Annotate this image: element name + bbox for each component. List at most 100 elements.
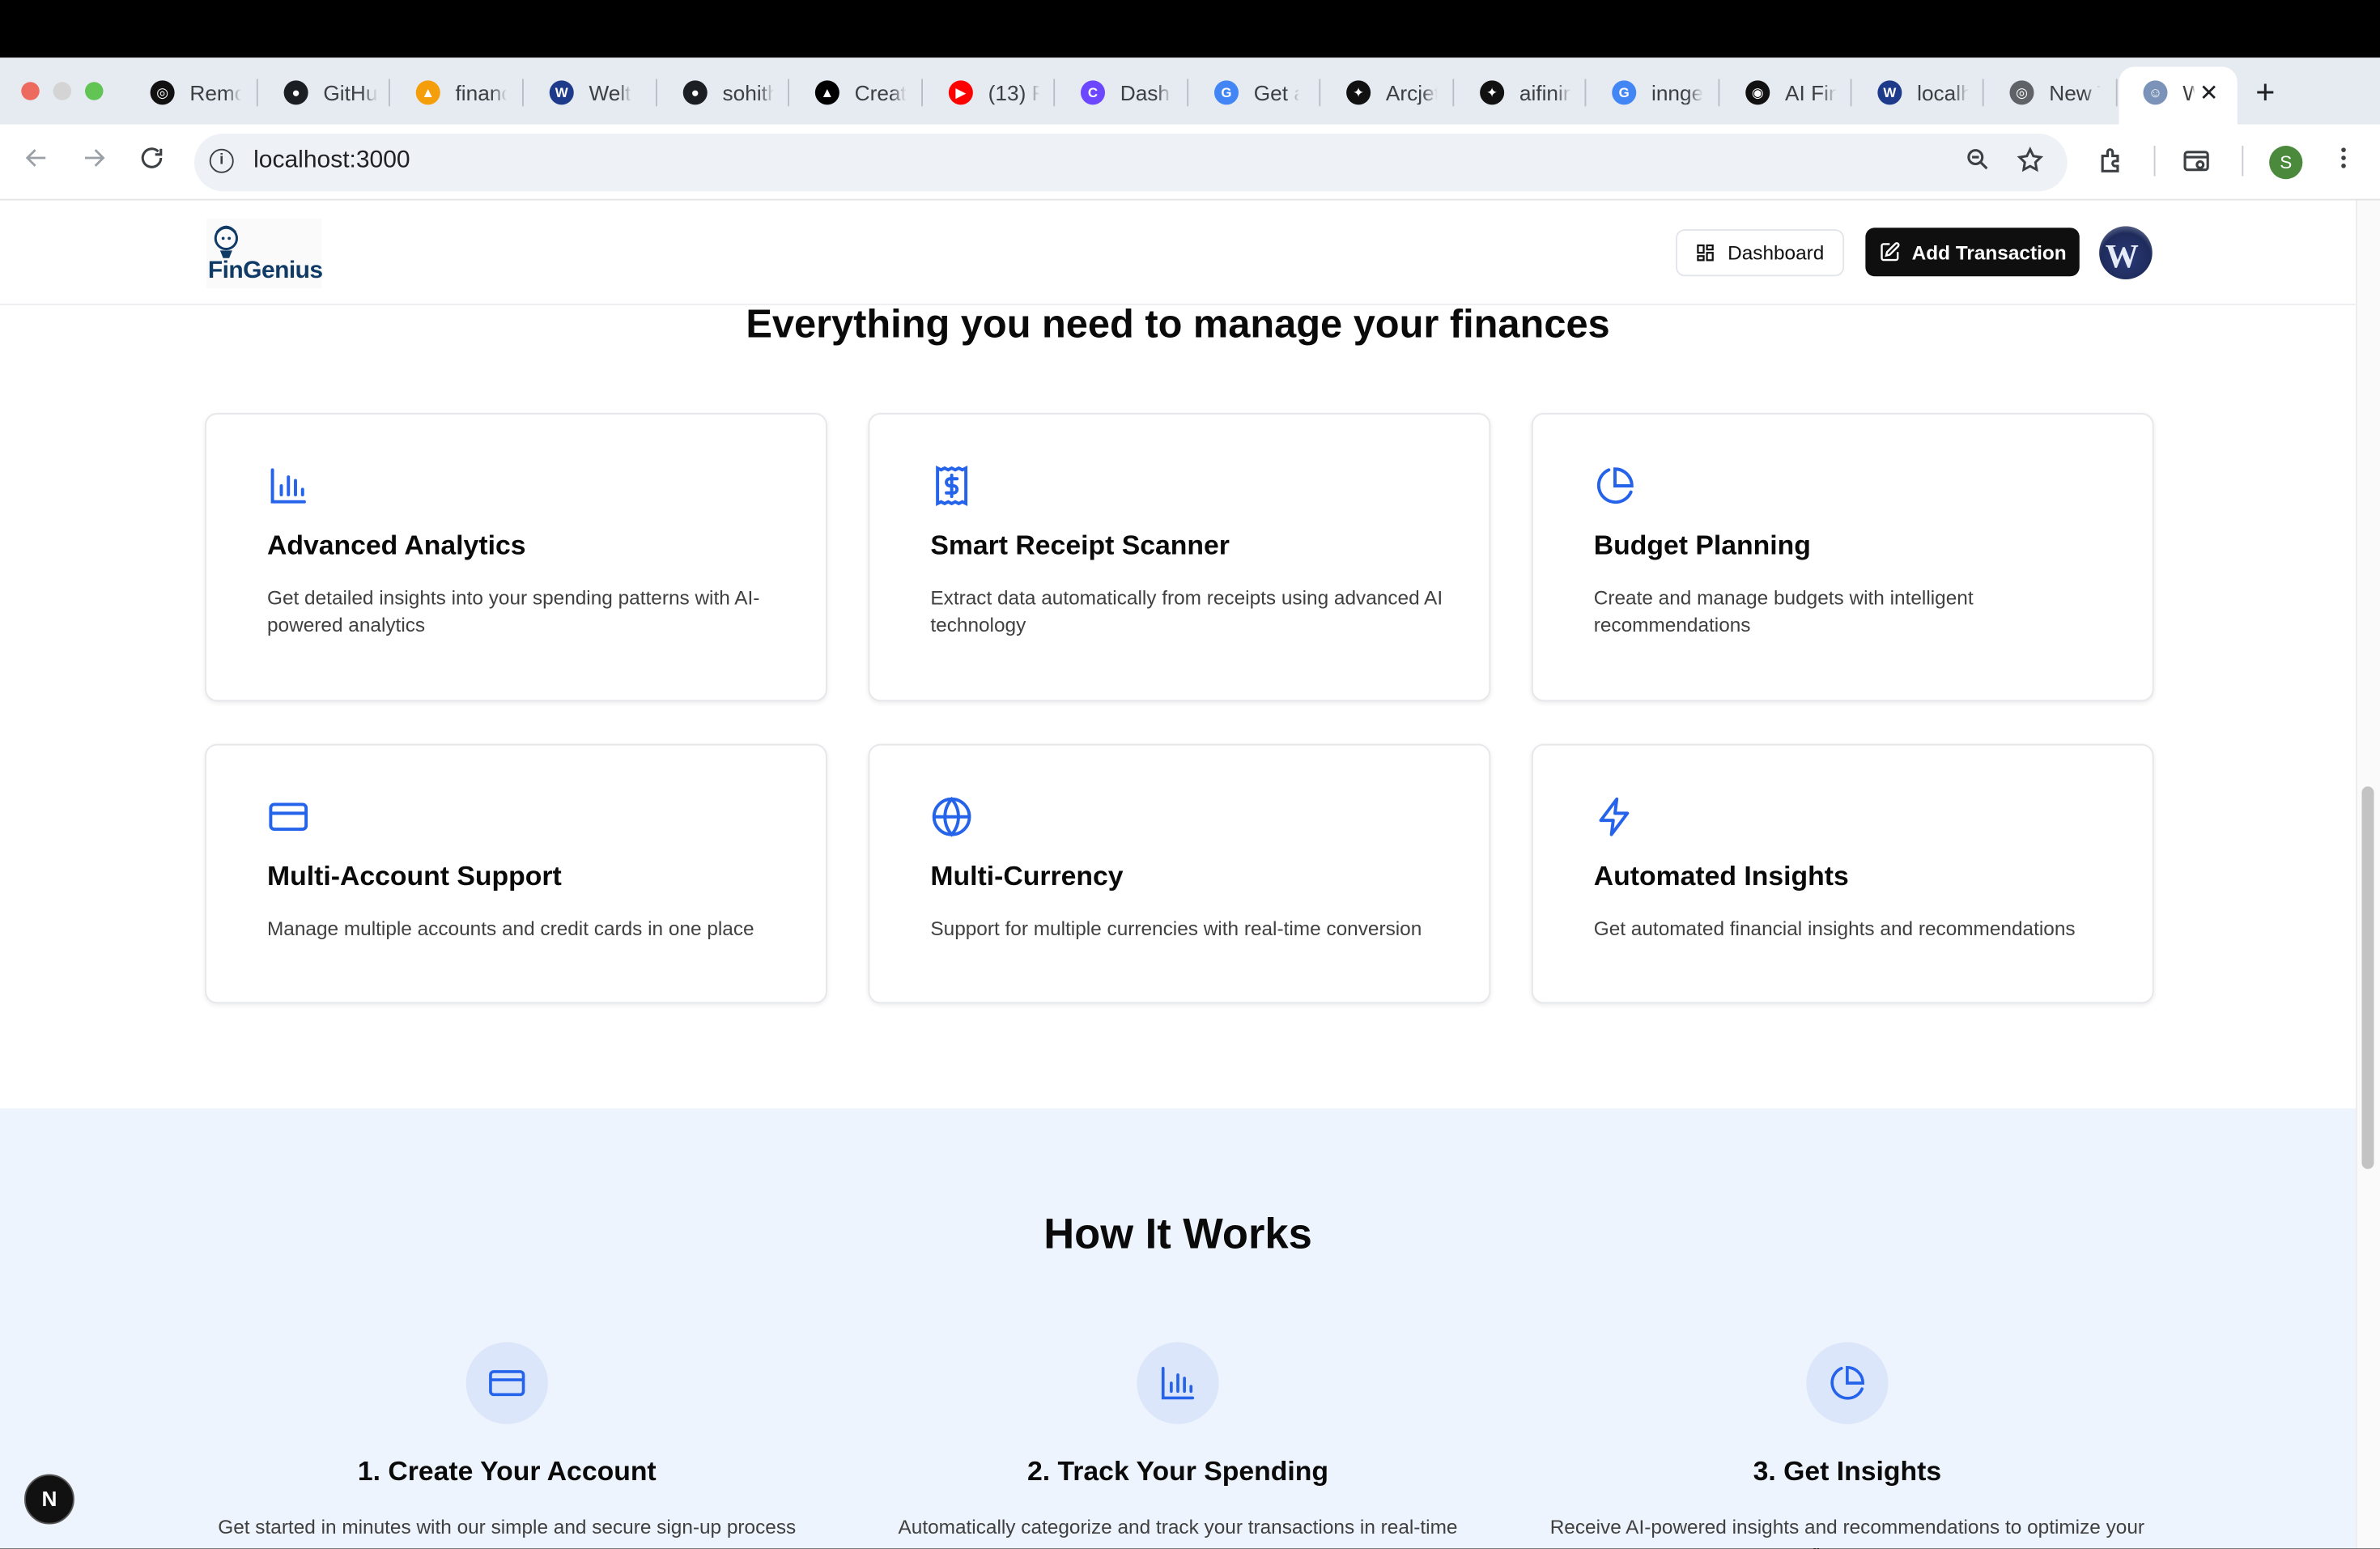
tab-divider: [256, 79, 258, 107]
tab-divider: [1053, 79, 1056, 107]
feature-card-description: Create and manage budgets with intellige…: [1593, 585, 1974, 636]
bar-chart-icon: [267, 465, 310, 508]
github-icon: ●: [682, 80, 708, 105]
tab-title: (13) F: [988, 80, 1040, 105]
google-icon: G: [1214, 80, 1239, 105]
feature-card: Advanced Analytics Get detailed insights …: [205, 413, 827, 702]
step-title: 1. Create Your Account: [357, 1456, 657, 1487]
step-title: 3. Get Insights: [1753, 1456, 1942, 1487]
browser-tab[interactable]: Ginnge: [1600, 71, 1715, 114]
reload-icon[interactable]: [138, 144, 166, 179]
browser-tab[interactable]: ◎ New T: [1998, 71, 2114, 114]
google-icon: G: [1612, 80, 1637, 105]
url-text[interactable]: localhost:3000: [253, 147, 410, 175]
feature-card-title: Smart Receipt Scanner: [930, 530, 1230, 560]
browser-tab[interactable]: ▲ Create: [803, 71, 919, 114]
tab-title: innge: [1651, 80, 1703, 105]
finance-app-icon: ▲: [415, 80, 440, 105]
chrome-icon: ◎: [2009, 80, 2034, 105]
tab-divider: [2115, 79, 2118, 107]
tab-title: localh: [1917, 80, 1969, 105]
tab-title: Get a: [1253, 80, 1299, 105]
zap-icon: [1594, 796, 1637, 839]
feature-card-description: Get detailed insights into your spending…: [267, 585, 760, 636]
browser-tab[interactable]: ◎ Remo: [138, 71, 254, 114]
window-title-bar: [0, 0, 2380, 58]
globe-icon: [930, 796, 973, 839]
openai-icon: ◎: [150, 80, 175, 105]
how-it-works-heading: How It Works: [1043, 1210, 1312, 1257]
layout-dashboard-icon: [1697, 244, 1715, 262]
logo-text: FinGenius: [207, 257, 323, 284]
github-icon: ●: [283, 80, 308, 105]
feature-card-title: Advanced Analytics: [267, 530, 526, 560]
tab-divider: [522, 79, 524, 107]
gemini-icon: ✦: [1480, 80, 1505, 105]
feature-card-description: Support for multiple currencies with rea…: [930, 917, 1422, 940]
toolbar-divider: [2242, 146, 2244, 177]
zoom-icon[interactable]: [1964, 146, 1991, 181]
welth-icon: W: [1877, 80, 1902, 105]
scrollbar-thumb[interactable]: [2361, 786, 2374, 1169]
browser-tab[interactable]: ▲ financ: [404, 71, 520, 114]
tab-divider: [1452, 79, 1455, 107]
feature-card-title: Multi-Account Support: [267, 861, 562, 892]
tab-divider: [1982, 79, 1984, 107]
browser-tab[interactable]: ● GitHu: [272, 71, 390, 114]
browser-tab[interactable]: ✦ aifinin: [1468, 71, 1583, 114]
browser-tab[interactable]: ☺W: [2131, 71, 2208, 114]
receipt-icon: [930, 465, 973, 508]
pie-chart-icon: [1806, 1342, 1889, 1424]
pie-chart-icon: [1594, 465, 1637, 508]
new-tab-button[interactable]: +: [2255, 73, 2275, 113]
feature-card-description: Get automated financial insights and rec…: [1593, 917, 2076, 940]
feature-card: Smart Receipt Scanner Extract data automa…: [868, 413, 1491, 702]
tab-divider: [389, 79, 390, 107]
pen-square-icon: [1880, 242, 1899, 262]
minimize-window-button[interactable]: [53, 82, 72, 100]
browser-tab[interactable]: G Get a: [1202, 71, 1311, 114]
profile-avatar[interactable]: S: [2269, 146, 2303, 180]
step-description: Receive AI-powered insights and recommen…: [1549, 1515, 2145, 1548]
browser-tab[interactable]: W Welth: [538, 71, 644, 114]
close-window-button[interactable]: [21, 82, 40, 100]
step-title: 2. Track Your Spending: [1026, 1456, 1328, 1487]
tab-divider: [788, 79, 789, 107]
zoom-window-button[interactable]: [85, 82, 104, 100]
feature-card: Budget Planning Create and manage budgets…: [1531, 413, 2154, 702]
browser-tab[interactable]: ▶ (13) F: [937, 71, 1052, 114]
browser-tab[interactable]: ● sohith: [671, 71, 787, 114]
forward-arrow-icon[interactable]: [80, 144, 108, 179]
step-description: Get started in minutes with our simple a…: [218, 1515, 797, 1538]
site-info-icon[interactable]: i: [209, 148, 234, 173]
logo-head-icon: [214, 225, 238, 258]
add-transaction-button[interactable]: Add Transaction: [1865, 228, 2080, 277]
back-arrow-icon[interactable]: [23, 144, 50, 179]
browser-tab[interactable]: ✦ Arcjet: [1334, 71, 1450, 114]
tab-divider: [1584, 79, 1587, 107]
browser-tab[interactable]: ◉ AI Fina: [1733, 71, 1849, 114]
tab-title: Arcjet: [1385, 80, 1438, 105]
address-bar[interactable]: [194, 134, 2068, 192]
credit-card-icon: [267, 796, 310, 839]
tab-divider: [656, 79, 657, 107]
close-tab-icon[interactable]: ✕: [2199, 79, 2219, 106]
tab-title: GitHu: [323, 80, 378, 105]
browser-tab[interactable]: C Dashb: [1069, 71, 1184, 114]
tab-title: AI Fina: [1785, 80, 1837, 105]
features-heading: Everything you need to manage your finan…: [746, 300, 1610, 347]
browser-tab[interactable]: Wlocalh: [1865, 71, 1981, 114]
fingenius-icon: ☺: [2143, 80, 2168, 105]
tab-search-icon[interactable]: [2181, 146, 2212, 184]
bookmark-star-icon[interactable]: [2016, 146, 2045, 182]
avatar-letter: W: [2105, 236, 2139, 275]
dashboard-button[interactable]: Dashboard: [1676, 229, 1845, 277]
browser-menu-icon[interactable]: [2333, 144, 2354, 179]
extensions-icon[interactable]: [2096, 146, 2127, 184]
feature-card-title: Multi-Currency: [930, 861, 1124, 892]
nextjs-dev-badge[interactable]: N: [24, 1474, 74, 1525]
feature-card-description: Extract data automatically from receipts…: [930, 585, 1443, 636]
user-avatar[interactable]: W: [2099, 226, 2153, 279]
tab-title: W: [2182, 80, 2195, 104]
tab-title: Remo: [189, 80, 242, 105]
